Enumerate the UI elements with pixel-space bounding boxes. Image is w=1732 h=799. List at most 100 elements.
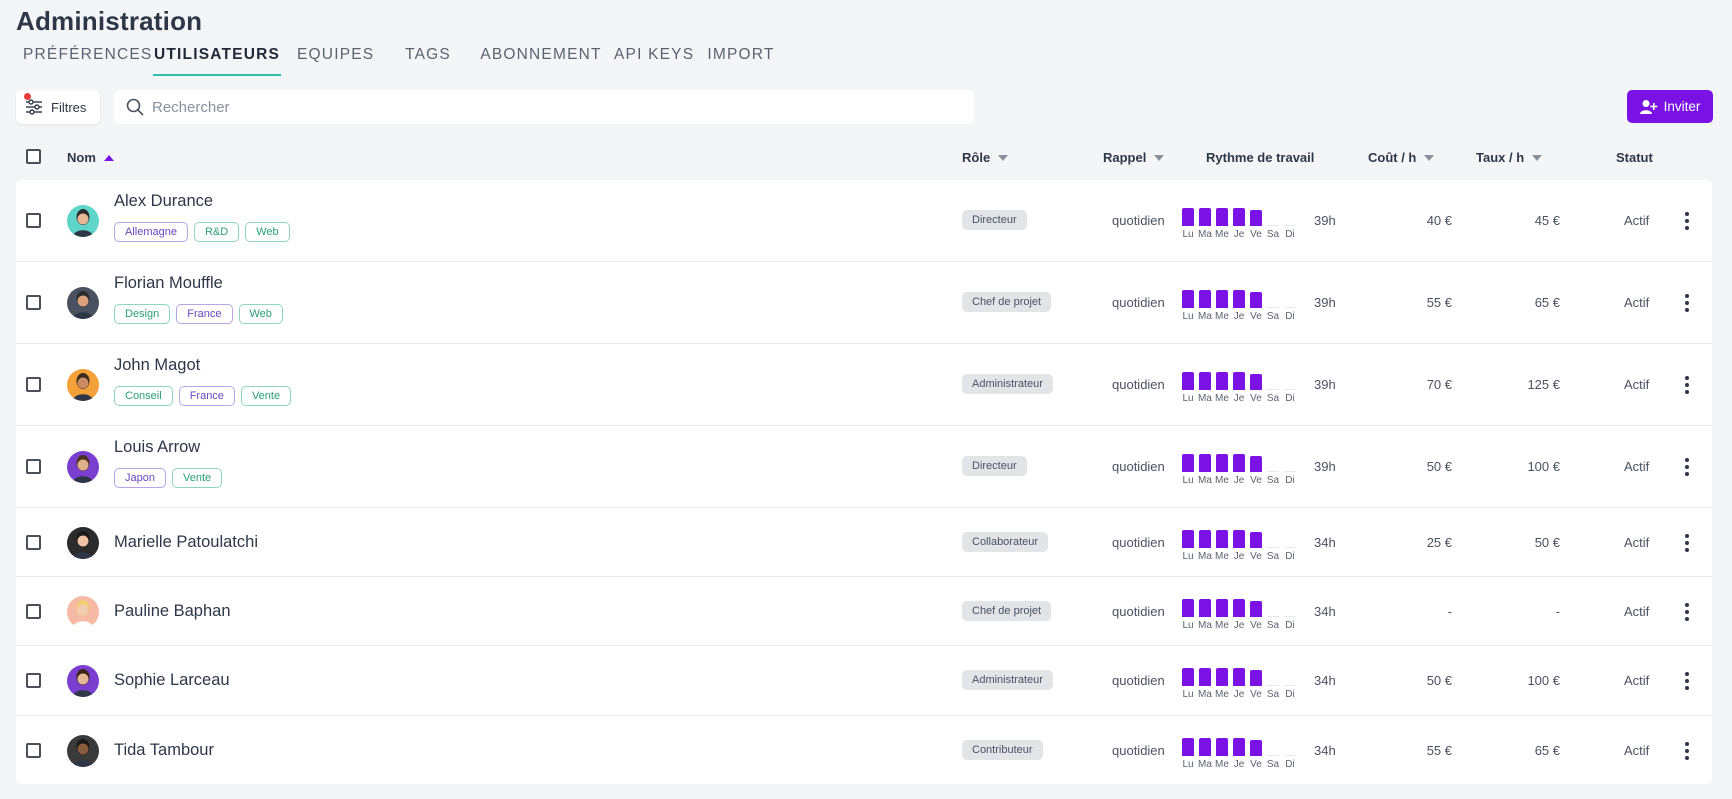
tag-badge[interactable]: France xyxy=(176,304,233,324)
day-label: Di xyxy=(1285,393,1295,404)
day-label: Ma xyxy=(1198,689,1212,700)
column-header-nom[interactable]: Nom xyxy=(67,150,114,165)
row-checkbox[interactable] xyxy=(26,213,41,228)
tag-badge[interactable]: Web xyxy=(245,222,290,242)
user-name[interactable]: Tida Tambour xyxy=(114,741,214,760)
more-actions-icon[interactable] xyxy=(1681,603,1693,621)
select-all-checkbox[interactable] xyxy=(26,149,41,164)
user-name[interactable]: Alex Durance xyxy=(114,192,213,211)
column-header-role[interactable]: Rôle xyxy=(962,150,1009,165)
rhythm-bar-lu xyxy=(1182,372,1194,390)
day-label: Ma xyxy=(1198,393,1212,404)
rappel-value: quotidien xyxy=(1112,295,1165,310)
rhythm-bar-di xyxy=(1284,225,1296,226)
row-checkbox[interactable] xyxy=(26,459,41,474)
sort-dropdown-icon xyxy=(1532,154,1543,161)
invite-button[interactable]: Inviter xyxy=(1627,90,1713,123)
table-row[interactable]: Pauline Baphan Chef de projet quotidien Lu M… xyxy=(16,577,1712,646)
more-actions-icon[interactable] xyxy=(1681,294,1693,312)
tab-import[interactable]: IMPORT xyxy=(704,46,778,76)
tag-badge[interactable]: Design xyxy=(114,304,171,324)
tag-badge[interactable]: Web xyxy=(238,304,283,324)
user-name[interactable]: Marielle Patoulatchi xyxy=(114,533,258,552)
rhythm-bar-je xyxy=(1233,208,1245,226)
tag-badge[interactable]: Vente xyxy=(171,468,223,488)
user-avatar-icon xyxy=(73,209,93,237)
table-row[interactable]: Tida Tambour Contributeur quotidien Lu Ma Me J… xyxy=(16,716,1712,784)
status-value: Actif xyxy=(1624,213,1650,228)
tag-badge[interactable]: France xyxy=(178,386,235,406)
filters-button[interactable]: Filtres xyxy=(16,90,100,124)
hours-value: 39h xyxy=(1314,377,1336,392)
tab-abonnement[interactable]: ABONNEMENT xyxy=(479,46,603,76)
column-header-rappel[interactable]: Rappel xyxy=(1103,150,1165,165)
rappel-value: quotidien xyxy=(1112,535,1165,550)
tag-badge[interactable]: Vente xyxy=(240,386,292,406)
user-name[interactable]: John Magot xyxy=(114,356,200,375)
row-checkbox[interactable] xyxy=(26,377,41,392)
table-row[interactable]: Florian Mouffle Design France Web Chef de pr… xyxy=(16,262,1712,344)
table-row[interactable]: Marielle Patoulatchi Collaborateur quotidi… xyxy=(16,508,1712,577)
rhythm-bar-sa xyxy=(1267,225,1279,226)
user-avatar-icon xyxy=(73,455,93,483)
rhythm-bar-me xyxy=(1216,372,1228,390)
hours-value: 34h xyxy=(1314,535,1336,550)
search-input[interactable] xyxy=(152,98,932,116)
sort-dropdown-icon xyxy=(998,154,1009,161)
rhythm-bar-lu xyxy=(1182,599,1194,617)
day-label: Sa xyxy=(1266,689,1280,700)
tag-badge[interactable]: Japon xyxy=(114,468,166,488)
day-label: Je xyxy=(1233,475,1245,486)
tab-api-keys[interactable]: API KEYS xyxy=(614,46,694,76)
rhythm-bar-ma xyxy=(1199,668,1211,686)
column-header-taux[interactable]: Taux / h xyxy=(1476,150,1543,165)
more-actions-icon[interactable] xyxy=(1681,672,1693,690)
rhythm-bar-me xyxy=(1216,290,1228,308)
tag-badge[interactable]: Allemagne xyxy=(114,222,188,242)
rate-value: 125 € xyxy=(1527,377,1560,392)
user-name[interactable]: Louis Arrow xyxy=(114,438,200,457)
day-label: Je xyxy=(1233,229,1245,240)
table-row[interactable]: Sophie Larceau Administrateur quotidien Lu M… xyxy=(16,646,1712,716)
user-avatar-icon xyxy=(73,669,93,697)
day-label: Ma xyxy=(1198,475,1212,486)
tab-tags[interactable]: TAGS xyxy=(397,46,459,76)
user-name[interactable]: Pauline Baphan xyxy=(114,602,231,621)
user-tags: Design France Web xyxy=(114,304,283,324)
more-actions-icon[interactable] xyxy=(1681,212,1693,230)
user-avatar-icon xyxy=(73,373,93,401)
row-checkbox[interactable] xyxy=(26,673,41,688)
rhythm-bar-ve xyxy=(1250,740,1262,756)
cost-value: 40 € xyxy=(1426,213,1452,228)
tab-utilisateurs[interactable]: UTILISATEURS xyxy=(153,46,281,76)
rhythm-bar-lu xyxy=(1182,290,1194,308)
more-actions-icon[interactable] xyxy=(1681,534,1693,552)
table-row[interactable]: John Magot Conseil France Vente Administrate… xyxy=(16,344,1712,426)
more-actions-icon[interactable] xyxy=(1681,376,1693,394)
role-badge: Administrateur xyxy=(962,374,1053,394)
work-rhythm-chart: Lu Ma Me Je Ve Sa Di xyxy=(1180,288,1302,322)
role-badge: Chef de projet xyxy=(962,292,1052,312)
day-label: Ma xyxy=(1198,551,1212,562)
tag-badge[interactable]: Conseil xyxy=(114,386,173,406)
user-name[interactable]: Sophie Larceau xyxy=(114,671,230,690)
more-actions-icon[interactable] xyxy=(1681,458,1693,476)
table-row[interactable]: Louis Arrow Japon Vente Directeur quotidien L… xyxy=(16,426,1712,508)
tag-badge[interactable]: R&D xyxy=(193,222,240,242)
day-label: Ma xyxy=(1198,620,1212,631)
more-actions-icon[interactable] xyxy=(1681,742,1693,760)
day-label: Sa xyxy=(1266,393,1280,404)
user-name[interactable]: Florian Mouffle xyxy=(114,274,223,293)
column-header-cout[interactable]: Coût / h xyxy=(1368,150,1435,165)
day-label: Sa xyxy=(1266,311,1280,322)
tab-equipes[interactable]: EQUIPES xyxy=(297,46,373,76)
tab-pr-f-rences[interactable]: PRÉFÉRENCES xyxy=(23,46,151,76)
row-checkbox[interactable] xyxy=(26,604,41,619)
avatar xyxy=(67,451,99,483)
work-rhythm-chart: Lu Ma Me Je Ve Sa Di xyxy=(1180,666,1302,700)
table-row[interactable]: Alex Durance Allemagne R&D Web Directeur quot… xyxy=(16,180,1712,262)
row-checkbox[interactable] xyxy=(26,743,41,758)
row-checkbox[interactable] xyxy=(26,535,41,550)
row-checkbox[interactable] xyxy=(26,295,41,310)
hours-value: 39h xyxy=(1314,295,1336,310)
